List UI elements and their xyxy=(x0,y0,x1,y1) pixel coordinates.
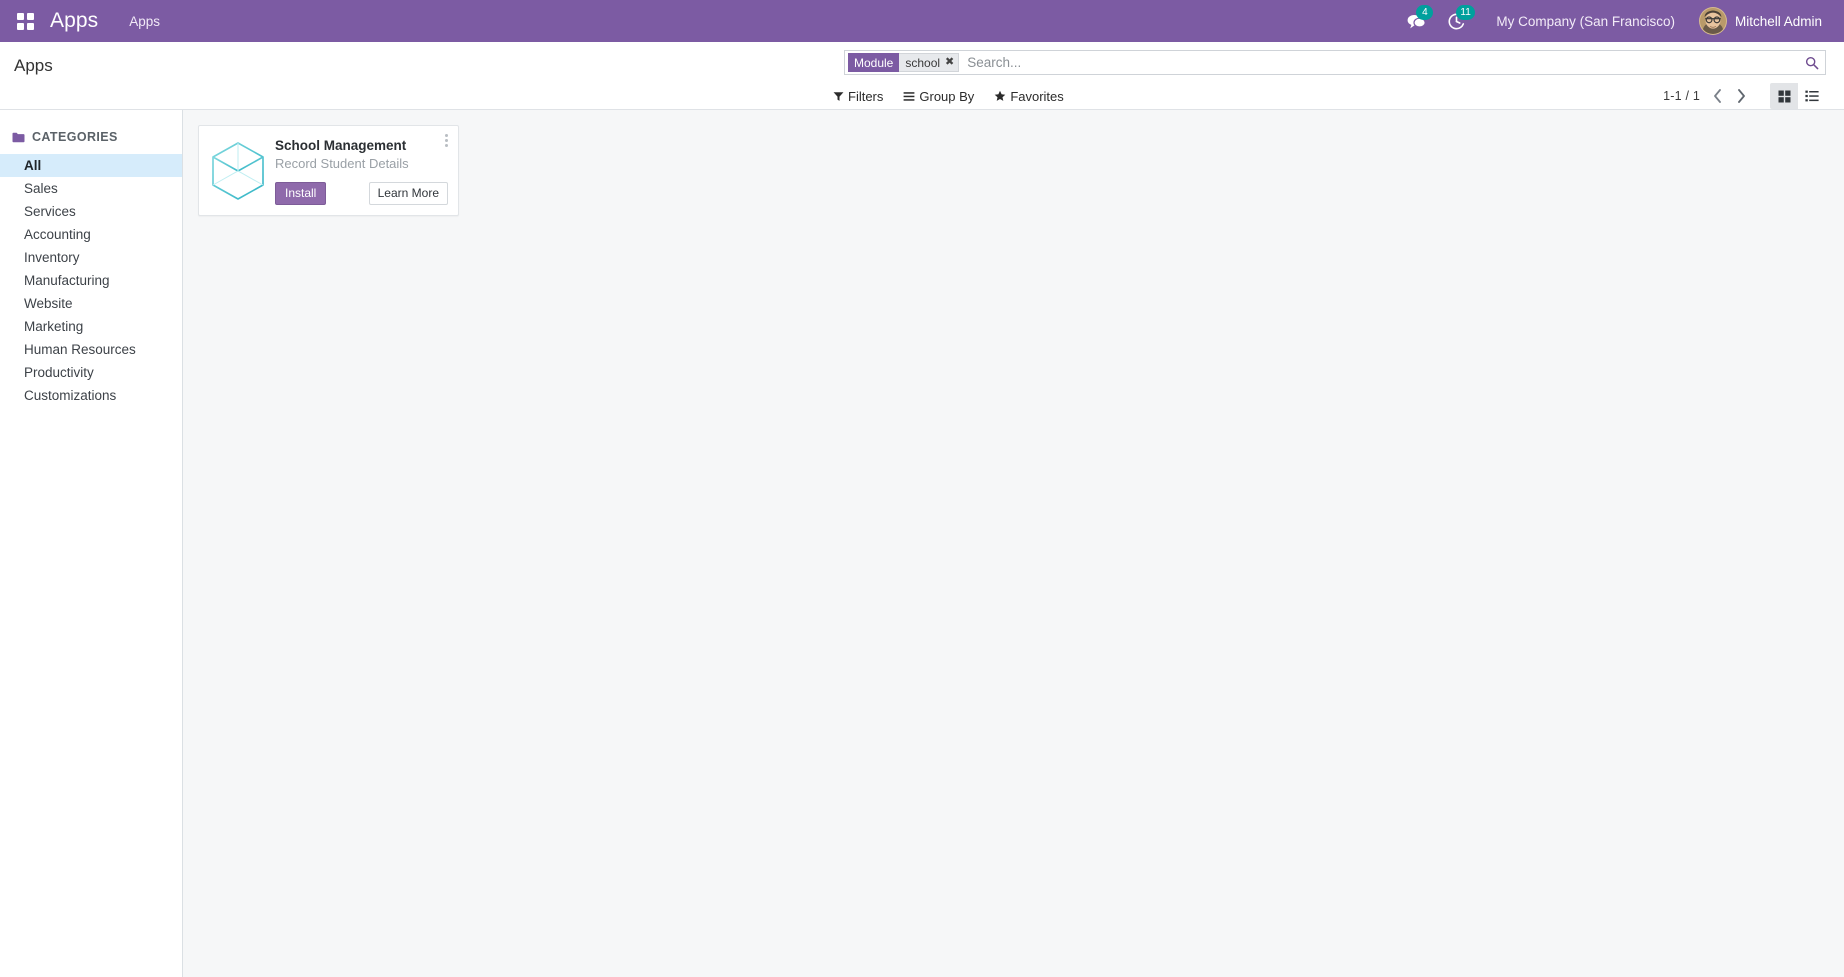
pager-value[interactable]: 1-1 / 1 xyxy=(1663,89,1704,103)
sidebar-item-human-resources[interactable]: Human Resources xyxy=(0,338,182,361)
app-title[interactable]: School Management xyxy=(275,137,448,154)
view-switcher xyxy=(1770,83,1826,109)
sidebar-item-all[interactable]: All xyxy=(0,154,182,177)
apps-menu-toggle[interactable] xyxy=(8,4,42,38)
categories-sidebar: CATEGORIES All Sales Services Accounting… xyxy=(0,110,183,977)
control-panel-right: Module school ✖ Filt xyxy=(822,42,1844,109)
search-dropdown-buttons: Filters Group By Favorites xyxy=(824,86,1073,107)
filter-funnel-icon xyxy=(833,91,844,101)
group-by-button[interactable]: Group By xyxy=(894,86,983,107)
company-switcher[interactable]: My Company (San Francisco) xyxy=(1486,7,1685,36)
sidebar-item-website[interactable]: Website xyxy=(0,292,182,315)
user-name-label: Mitchell Admin xyxy=(1734,13,1822,29)
user-menu[interactable]: Mitchell Admin xyxy=(1693,4,1826,38)
apps-kanban-area: School Management Record Student Details… xyxy=(183,110,1844,977)
group-by-button-label: Group By xyxy=(919,88,975,104)
top-navbar: Apps Apps 4 11 My Company (San Francisco… xyxy=(0,0,1844,42)
module-cube-icon xyxy=(207,140,269,202)
page-title: Apps xyxy=(14,56,53,75)
list-view-icon xyxy=(1805,90,1819,102)
messaging-menu-button[interactable]: 4 xyxy=(1396,1,1436,41)
pager-previous-button[interactable] xyxy=(1706,85,1728,107)
sidebar-item-productivity[interactable]: Productivity xyxy=(0,361,182,384)
apps-kanban-grid: School Management Record Student Details… xyxy=(198,125,1844,216)
breadcrumb: Apps xyxy=(0,42,53,76)
search-facet-module[interactable]: Module school ✖ xyxy=(848,53,960,72)
sidebar-item-services[interactable]: Services xyxy=(0,200,182,223)
sidebar-item-manufacturing[interactable]: Manufacturing xyxy=(0,269,182,292)
sidebar-item-inventory[interactable]: Inventory xyxy=(0,246,182,269)
search-facet-label: Module xyxy=(848,53,900,72)
kebab-menu-icon[interactable] xyxy=(438,130,454,150)
favorites-button[interactable]: Favorites xyxy=(985,86,1072,107)
filters-button[interactable]: Filters xyxy=(824,86,892,107)
sidebar-item-accounting[interactable]: Accounting xyxy=(0,223,182,246)
install-button[interactable]: Install xyxy=(275,182,327,205)
content-area: CATEGORIES All Sales Services Accounting… xyxy=(0,110,1844,977)
chevron-right-icon xyxy=(1737,89,1745,103)
sidebar-item-customizations[interactable]: Customizations xyxy=(0,384,182,407)
navbar-right-section: 4 11 My Company (San Francisco) Mitchell… xyxy=(1396,1,1826,41)
activity-menu-button[interactable]: 11 xyxy=(1436,1,1476,41)
folder-icon xyxy=(12,132,25,142)
chevron-left-icon xyxy=(1713,89,1721,103)
activity-counter-badge: 11 xyxy=(1456,5,1475,20)
facet-remove-x-icon[interactable]: ✖ xyxy=(945,57,954,68)
control-panel: Apps Module school ✖ Search... Filters G… xyxy=(0,42,1844,110)
app-card-body: School Management Record Student Details… xyxy=(275,136,448,205)
control-panel-actions-row: Filters Group By Favorites 1-1 / 1 xyxy=(822,83,1844,109)
pager: 1-1 / 1 xyxy=(1663,83,1826,109)
star-icon xyxy=(995,90,1006,101)
search-facet-value-wrap: school ✖ xyxy=(899,53,960,72)
search-icon[interactable] xyxy=(1799,51,1825,74)
navbar-brand[interactable]: Apps xyxy=(50,9,98,33)
kanban-grid-icon xyxy=(1778,90,1790,102)
search-facet-value: school xyxy=(905,55,941,70)
pager-next-button[interactable] xyxy=(1730,85,1752,107)
categories-section-label: CATEGORIES xyxy=(32,130,118,144)
user-avatar-photo xyxy=(1698,7,1727,35)
list-view-button[interactable] xyxy=(1798,83,1826,109)
filters-button-label: Filters xyxy=(848,88,884,104)
app-card-actions: Install Learn More xyxy=(275,182,448,205)
search-view[interactable]: Module school ✖ xyxy=(844,50,1826,75)
navbar-menu: Apps xyxy=(120,8,169,35)
categories-list: All Sales Services Accounting Inventory … xyxy=(0,154,182,407)
favorites-button-label: Favorites xyxy=(1010,88,1064,104)
app-card[interactable]: School Management Record Student Details… xyxy=(198,125,459,216)
bars-icon xyxy=(903,91,915,101)
sidebar-item-sales[interactable]: Sales xyxy=(0,177,182,200)
search-input[interactable] xyxy=(959,51,1799,74)
nav-menu-apps[interactable]: Apps xyxy=(120,8,169,35)
messaging-counter-badge: 4 xyxy=(1416,5,1434,20)
sidebar-item-marketing[interactable]: Marketing xyxy=(0,315,182,338)
grid-apps-icon xyxy=(16,12,34,30)
app-subtitle: Record Student Details xyxy=(275,156,409,171)
kanban-view-button[interactable] xyxy=(1770,83,1798,109)
categories-section-header: CATEGORIES xyxy=(0,124,182,150)
learn-more-button[interactable]: Learn More xyxy=(368,182,448,205)
